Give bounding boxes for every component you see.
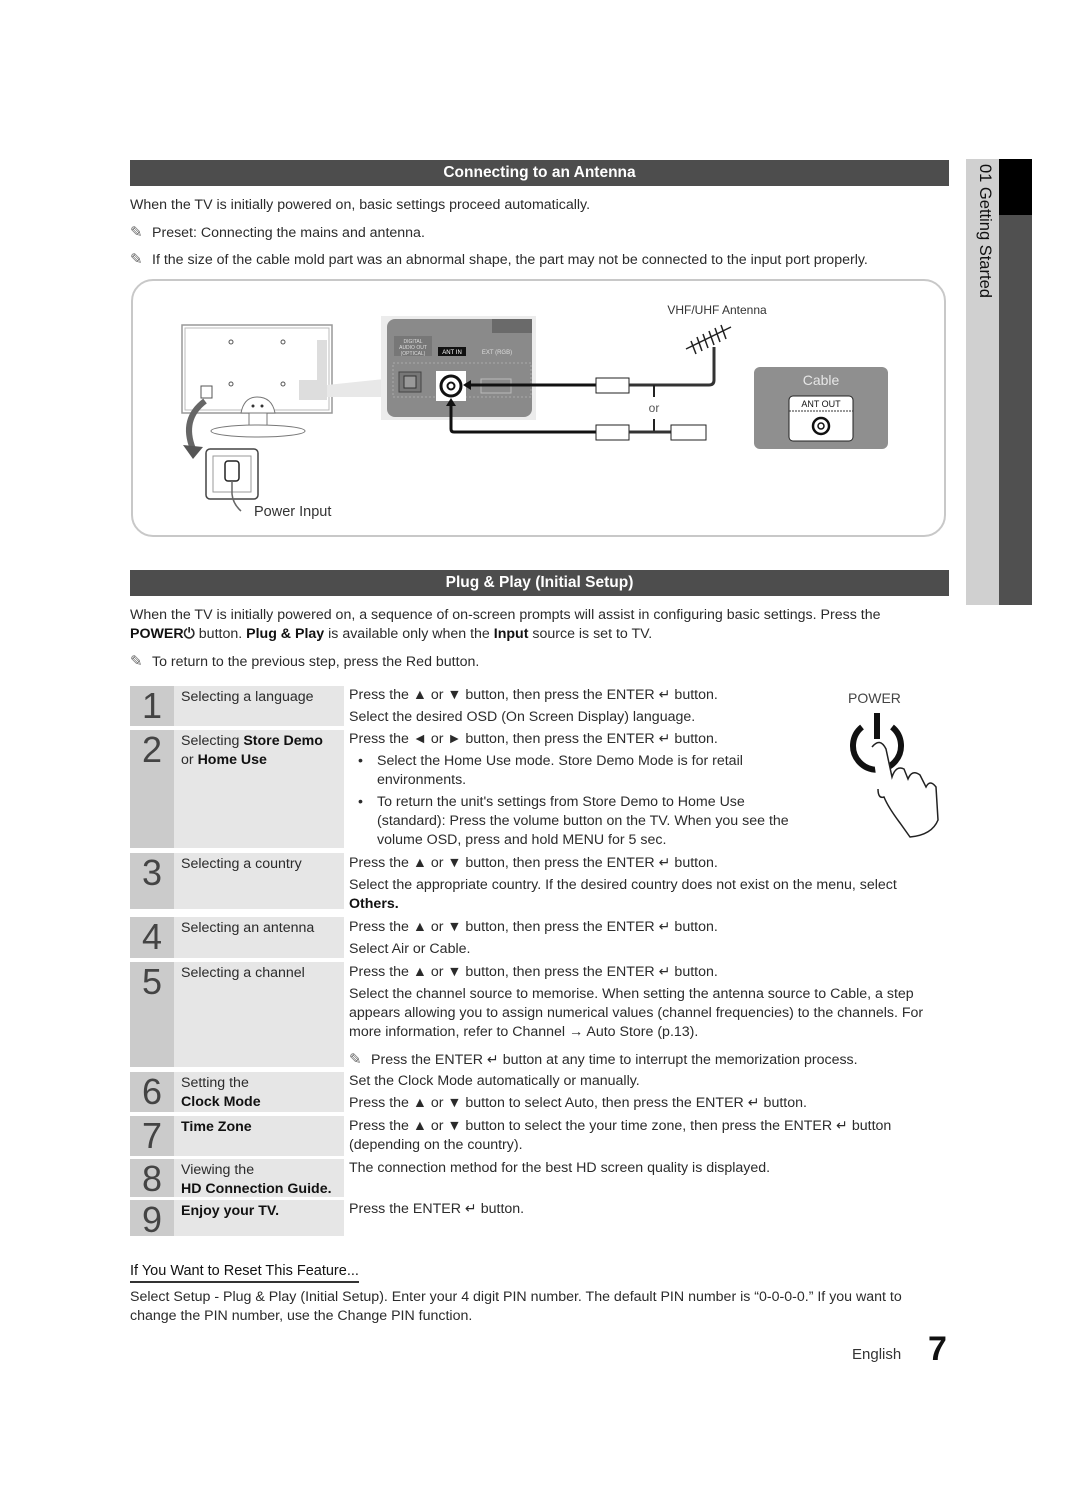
step-row-5: 5 Selecting a channel: [130, 962, 344, 1067]
step-desc-8: The connection method for the best HD sc…: [349, 1160, 771, 1176]
step-desc-6: Set the Clock Mode automatically or manu…: [349, 1073, 807, 1111]
step-label: Selecting a language: [181, 689, 314, 705]
step-desc-9: Press the ENTER ↵ button.: [349, 1201, 525, 1217]
step-number: 1: [130, 686, 174, 726]
step-row-7: 7 Time Zone: [130, 1116, 344, 1156]
note-pencil-icon: ✎: [349, 1051, 362, 1068]
step-row-6: 6 Setting the Clock Mode: [130, 1072, 344, 1112]
note-pencil-icon: ✎: [130, 224, 143, 241]
port-panel: DIGITAL AUDIO OUT (OPTICAL) ANT IN EXT (…: [381, 316, 536, 420]
step-desc-7: Press the ▲ or ▼ button to select the yo…: [349, 1118, 892, 1153]
step-number: 8: [130, 1159, 174, 1199]
chapter-tab-bar: [999, 159, 1032, 605]
step-label: Viewing the HD Connection Guide.: [181, 1162, 332, 1197]
plug-play-intro-line2: POWER⏻ button. Plug & Play is available …: [130, 626, 653, 642]
plug-play-intro-line1: When the TV is initially powered on, a s…: [130, 607, 881, 623]
ant-out-label: ANT OUT: [801, 399, 841, 409]
step-row-2: 2 Selecting Store Demo or Home Use: [130, 730, 344, 848]
step-label: Setting the Clock Mode: [181, 1075, 261, 1110]
svg-text:(OPTICAL): (OPTICAL): [401, 351, 426, 357]
step-label: Time Zone: [181, 1119, 252, 1135]
note-red-button: ✎ To return to the previous step, press t…: [130, 653, 480, 670]
step-desc-4: Press the ▲ or ▼ button, then press the …: [349, 919, 718, 957]
antenna-label: VHF/UHF Antenna: [667, 303, 767, 317]
step-number: 3: [130, 853, 174, 909]
antenna-connection-diagram: Power Input DIGITAL AUDIO OUT (OPTICAL) …: [131, 279, 946, 537]
step-number: 7: [130, 1116, 174, 1156]
chapter-label: 01 Getting Started: [976, 164, 994, 298]
diagram-illustration: Power Input DIGITAL AUDIO OUT (OPTICAL) …: [181, 303, 888, 520]
step-number: 4: [130, 917, 174, 958]
power-button-hand-icon: [850, 713, 939, 838]
tv-back-icon: [181, 324, 333, 459]
power-input-icon: [205, 448, 259, 512]
note-pencil-icon: ✎: [130, 251, 143, 268]
step-row-4: 4 Selecting an antenna: [130, 917, 344, 958]
chapter-tab-marker: [999, 159, 1032, 215]
step-row-1: 1 Selecting a language: [130, 686, 344, 726]
step-desc-2: Press the ◄ or ► button, then press the …: [349, 730, 789, 850]
note-text: Preset: Connecting the mains and antenna…: [152, 225, 425, 241]
step-number: 9: [130, 1200, 174, 1240]
reset-line-2: change the PIN number, use the Change PI…: [130, 1308, 473, 1324]
note-pencil-icon: ✎: [130, 653, 143, 670]
antenna-intro: When the TV is initially powered on, bas…: [130, 197, 591, 213]
step-number: 6: [130, 1072, 174, 1112]
step-label: Selecting Store Demo or Home Use: [181, 733, 323, 768]
or-label: or: [649, 401, 660, 415]
step-label: Selecting a country: [181, 856, 302, 872]
cable-label: Cable: [803, 372, 840, 388]
page-number: 7: [928, 1330, 947, 1368]
step-desc-3: Press the ▲ or ▼ button, then press the …: [349, 855, 897, 912]
port-label-ext: EXT (RGB): [482, 350, 512, 356]
power-input-label: Power Input: [254, 504, 331, 520]
footer-language: English: [852, 1346, 902, 1363]
step-row-9: 9 Enjoy your TV.: [130, 1200, 344, 1240]
section-header-plug-play: Plug & Play (Initial Setup): [130, 570, 949, 596]
reset-section-title: If You Want to Reset This Feature...: [130, 1263, 359, 1283]
step-row-3: 3 Selecting a country: [130, 853, 344, 909]
reset-line-1: Select Setup - Plug & Play (Initial Setu…: [130, 1289, 902, 1305]
power-illustration-label: POWER: [848, 690, 901, 706]
step-label: Enjoy your TV.: [181, 1203, 280, 1219]
power-symbol-icon: ⏻: [183, 626, 195, 642]
step-5-note: ✎ Press the ENTER ↵ button at any time to…: [349, 1051, 858, 1068]
step-row-8: 8 Viewing the HD Connection Guide.: [130, 1159, 344, 1199]
note-cable-mold: ✎ If the size of the cable mold part was …: [130, 250, 868, 270]
note-text: If the size of the cable mold part was a…: [152, 252, 868, 268]
power-keyword: POWER: [130, 626, 184, 642]
step-number: 5: [130, 962, 174, 1067]
step-label: Selecting an antenna: [181, 920, 315, 936]
step-label: Selecting a channel: [181, 965, 305, 981]
step-number: 2: [130, 730, 174, 848]
step-desc-5: Press the ▲ or ▼ button, then press the …: [349, 964, 924, 1068]
section-header-antenna: Connecting to an Antenna: [130, 160, 949, 186]
cable-box: Cable ANT OUT: [754, 367, 888, 449]
port-label-ant-in: ANT IN: [442, 350, 462, 356]
step-desc-1: Press the ▲ or ▼ button, then press the …: [349, 687, 718, 725]
note-preset: ✎ Preset: Connecting the mains and antenn…: [130, 223, 425, 243]
